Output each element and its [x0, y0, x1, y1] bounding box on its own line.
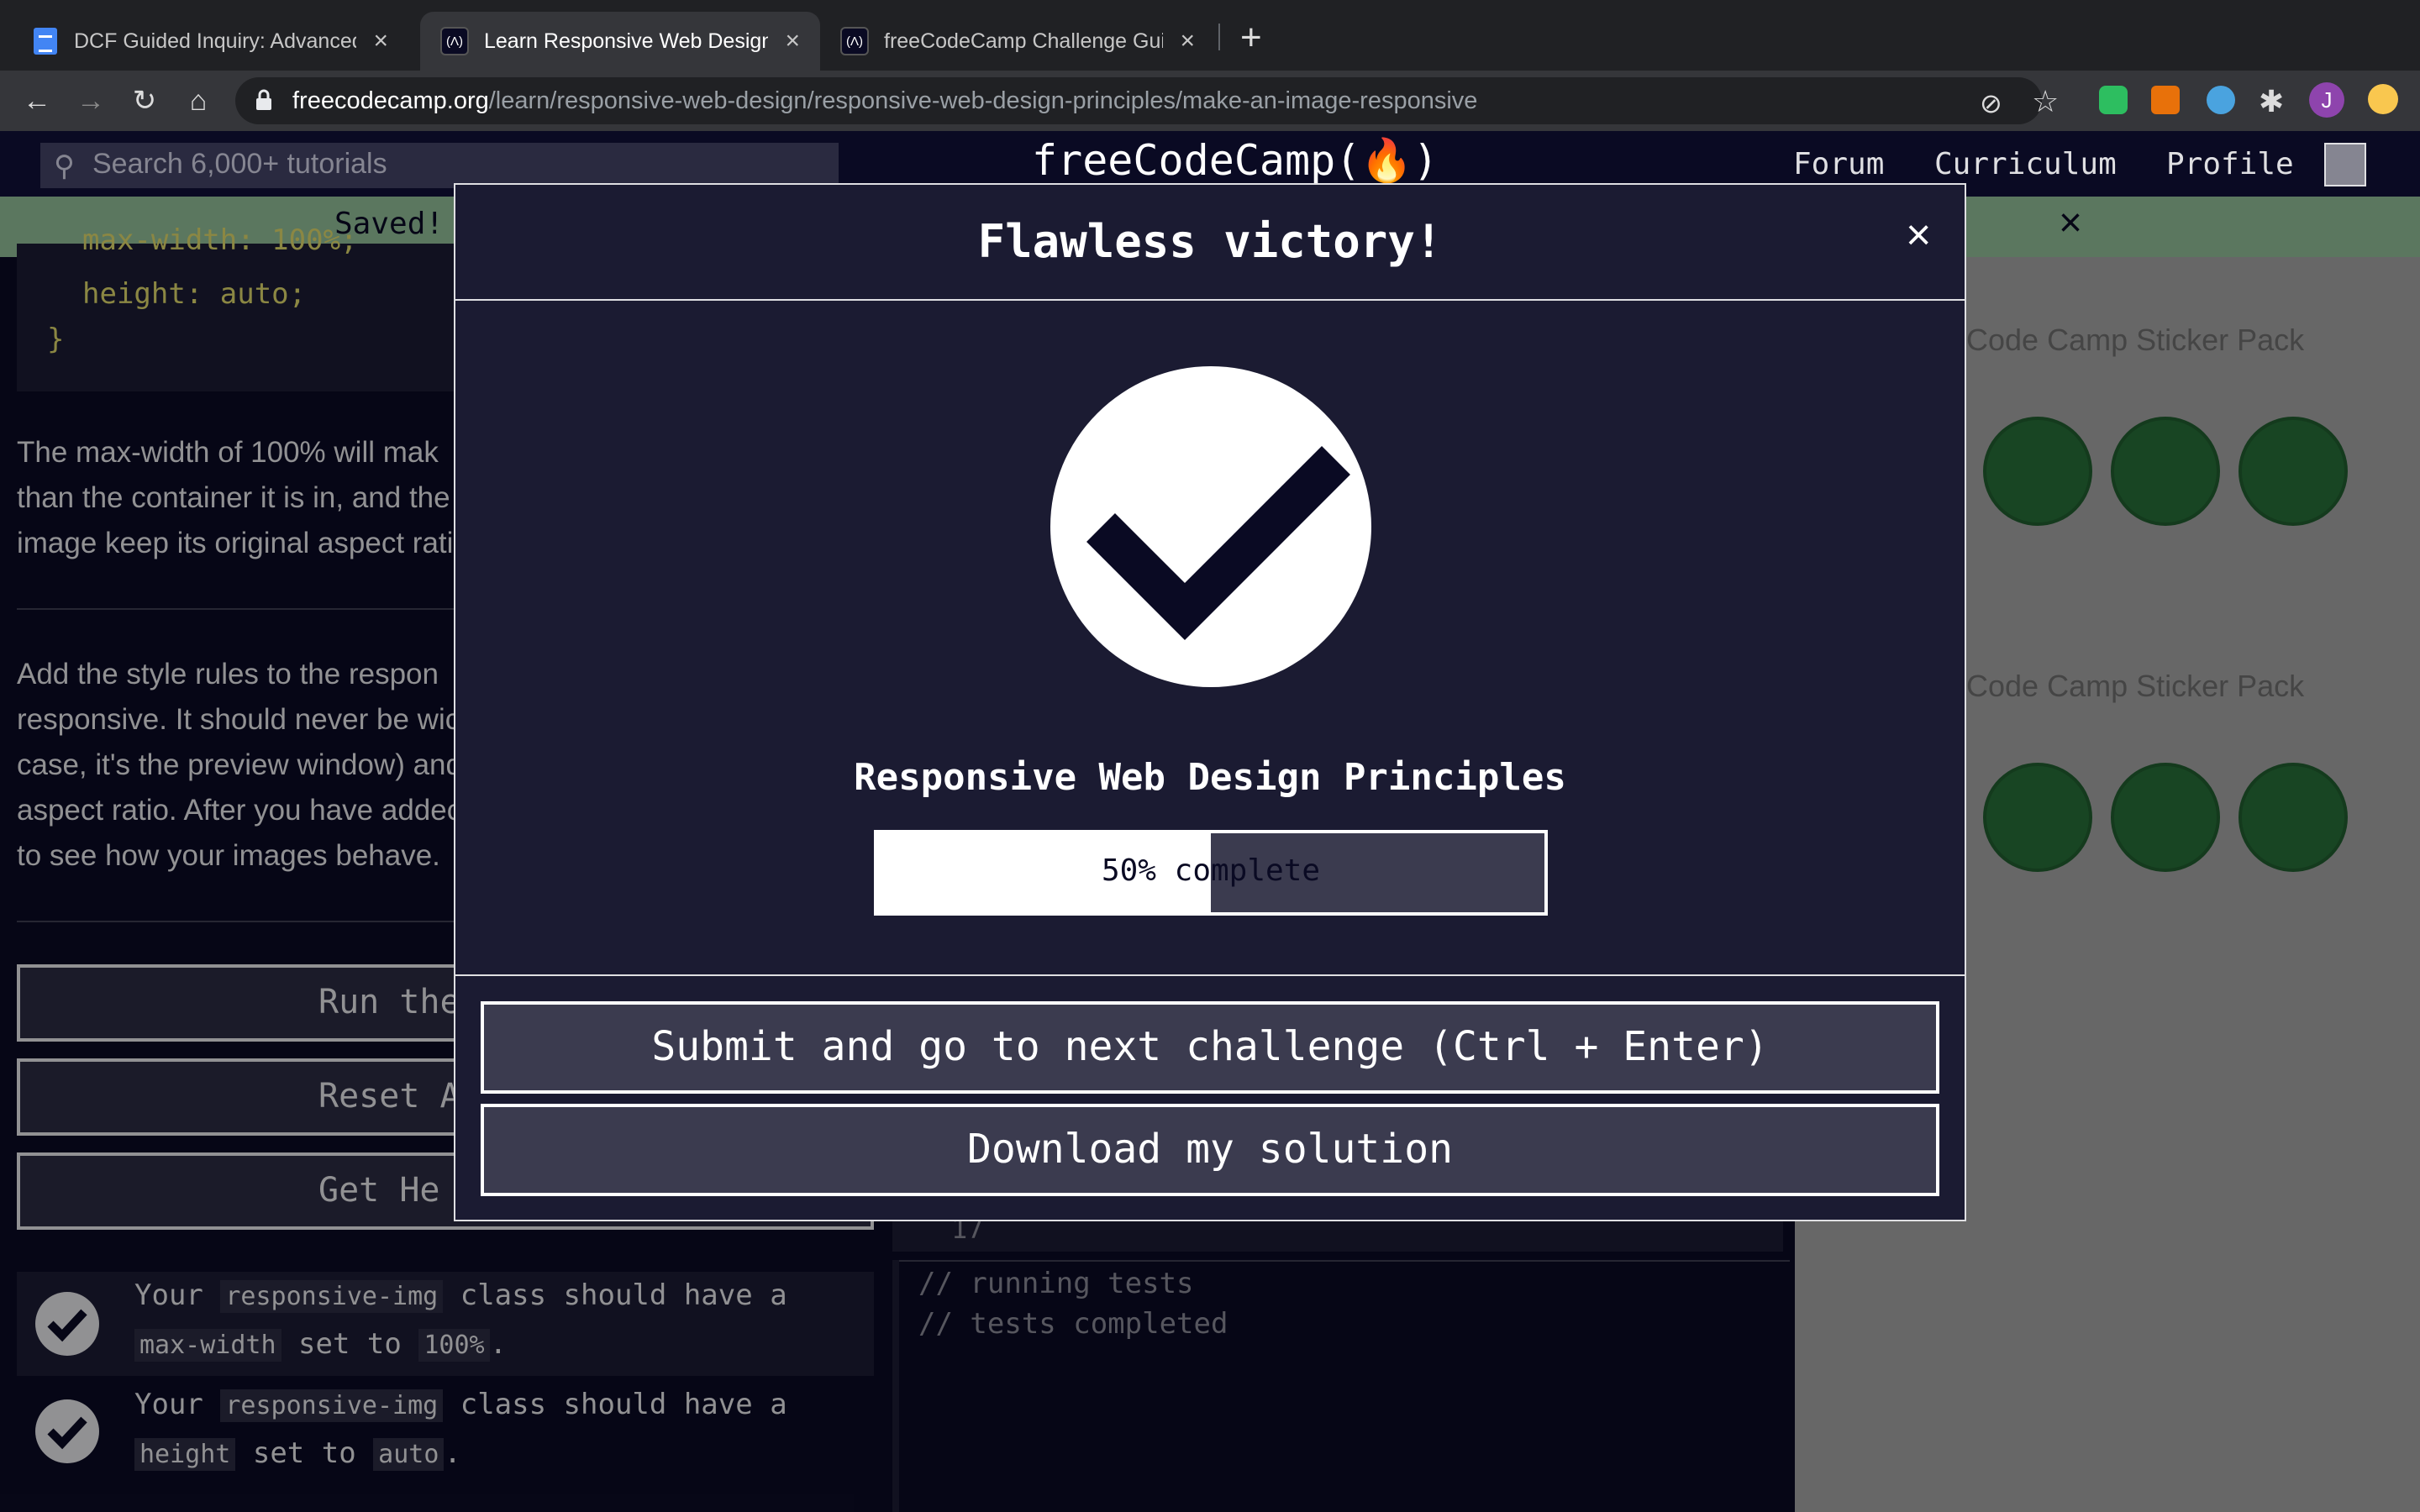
modal-close-icon[interactable]: × — [1906, 210, 1931, 260]
update-indicator-icon[interactable] — [2368, 84, 2398, 114]
google-docs-icon — [34, 28, 57, 55]
close-tab-icon[interactable]: × — [785, 27, 800, 55]
lock-icon[interactable] — [255, 89, 272, 111]
evernote-extension-icon[interactable] — [2099, 86, 2128, 114]
success-check-icon — [1050, 366, 1371, 687]
nav-forum-link[interactable]: Forum — [1793, 147, 1884, 181]
submit-next-challenge-button[interactable]: Submit and go to next challenge (Ctrl + … — [481, 1001, 1939, 1094]
search-extension-icon[interactable] — [2207, 86, 2235, 114]
freecodecamp-icon: (Λ) — [440, 27, 469, 55]
nav-curriculum-link[interactable]: Curriculum — [1934, 147, 2117, 181]
url-text[interactable]: freecodecamp.org/learn/responsive-web-de… — [292, 87, 1477, 115]
search-icon: ⚲ — [54, 150, 75, 182]
search-input[interactable]: ⚲ Search 6,000+ tutorials — [40, 143, 839, 188]
tab-title: Learn Responsive Web Design — [484, 29, 769, 53]
new-tab-button[interactable]: + — [1240, 17, 1262, 59]
url-path: /learn/responsive-web-design/responsive-… — [488, 87, 1478, 114]
bookmark-star-icon[interactable]: ☆ — [2032, 84, 2059, 119]
nav-profile-link[interactable]: Profile — [2166, 147, 2294, 181]
freecodecamp-icon: (Λ) — [840, 27, 869, 55]
modal-title: Flawless victory! — [977, 215, 1443, 268]
tracking-blocked-eye-icon[interactable]: ⊘ — [1980, 87, 2002, 119]
download-solution-button[interactable]: Download my solution — [481, 1104, 1939, 1196]
close-tab-icon[interactable]: × — [373, 27, 388, 55]
fcc-logo[interactable]: freeCodeCamp(🔥) — [1032, 136, 1439, 186]
forward-arrow-icon[interactable]: → — [72, 82, 109, 119]
tab-fcc-challenge-guide[interactable]: (Λ) freeCodeCamp Challenge Guid × — [820, 12, 1215, 71]
search-placeholder: Search 6,000+ tutorials — [92, 148, 387, 180]
tab-learn-responsive-web-design[interactable]: (Λ) Learn Responsive Web Design × — [420, 12, 820, 71]
close-tab-icon[interactable]: × — [1180, 27, 1195, 55]
profile-avatar[interactable]: J — [2309, 82, 2344, 118]
reload-icon[interactable]: ↻ — [126, 82, 163, 119]
tab-title: freeCodeCamp Challenge Guid — [884, 29, 1164, 53]
block-title: Responsive Web Design Principles — [854, 756, 1566, 799]
tab-dcf-guided-inquiry[interactable]: DCF Guided Inquiry: Advanced × — [13, 12, 408, 71]
download-extension-icon[interactable] — [2151, 86, 2180, 114]
browser-tab-strip: DCF Guided Inquiry: Advanced × (Λ) Learn… — [0, 0, 2420, 71]
user-avatar[interactable] — [2324, 143, 2366, 186]
home-icon[interactable]: ⌂ — [180, 82, 217, 119]
url-host: freecodecamp.org — [292, 87, 489, 114]
extensions-puzzle-icon[interactable]: ✱ — [2259, 84, 2284, 119]
block-progress-bar: 50% complete — [874, 830, 1548, 916]
completion-modal: Flawless victory! × Responsive Web Desig… — [454, 183, 1966, 1221]
tab-title: DCF Guided Inquiry: Advanced — [74, 29, 357, 53]
progress-label: 50% complete — [1101, 853, 1321, 888]
tab-divider — [1218, 24, 1220, 50]
back-arrow-icon[interactable]: ← — [18, 82, 55, 119]
modal-header: Flawless victory! × — [455, 185, 1965, 301]
modal-footer-divider — [455, 974, 1965, 976]
